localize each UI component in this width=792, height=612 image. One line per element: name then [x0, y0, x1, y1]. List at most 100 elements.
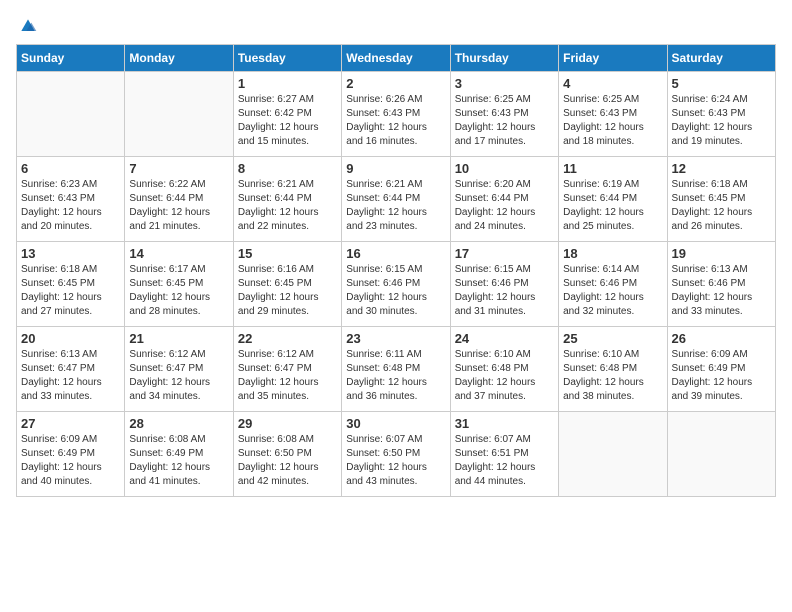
day-info: Sunrise: 6:21 AMSunset: 6:44 PMDaylight:…: [346, 178, 445, 234]
weekday-header-row: SundayMondayTuesdayWednesdayThursdayFrid…: [17, 45, 776, 72]
day-number: 21: [129, 331, 228, 346]
day-number: 11: [563, 161, 662, 176]
day-number: 24: [455, 331, 554, 346]
calendar-day-cell: 19 Sunrise: 6:13 AMSunset: 6:46 PMDayligh…: [667, 242, 775, 327]
day-info: Sunrise: 6:25 AMSunset: 6:43 PMDaylight:…: [563, 93, 662, 149]
weekday-header-cell: Wednesday: [342, 45, 450, 72]
day-number: 19: [672, 246, 771, 261]
day-info: Sunrise: 6:23 AMSunset: 6:43 PMDaylight:…: [21, 178, 120, 234]
day-info: Sunrise: 6:07 AMSunset: 6:51 PMDaylight:…: [455, 433, 554, 489]
logo-icon: [18, 16, 38, 36]
calendar-day-cell: [667, 412, 775, 497]
calendar-week-row: 1 Sunrise: 6:27 AMSunset: 6:42 PMDaylight…: [17, 72, 776, 157]
calendar-week-row: 13Sunrise: 6:18 AMSunset: 6:45 PMDayligh…: [17, 242, 776, 327]
calendar-day-cell: 14 Sunrise: 6:17 AMSunset: 6:45 PMDayligh…: [125, 242, 233, 327]
calendar-day-cell: 4 Sunrise: 6:25 AMSunset: 6:43 PMDaylight…: [559, 72, 667, 157]
calendar-day-cell: 6 Sunrise: 6:23 AMSunset: 6:43 PMDaylight…: [17, 157, 125, 242]
day-number: 27: [21, 416, 120, 431]
day-number: 23: [346, 331, 445, 346]
day-info: Sunrise: 6:22 AMSunset: 6:44 PMDaylight:…: [129, 178, 228, 234]
day-info: Sunrise: 6:20 AMSunset: 6:44 PMDaylight:…: [455, 178, 554, 234]
day-number: 17: [455, 246, 554, 261]
calendar-week-row: 27 Sunrise: 6:09 AMSunset: 6:49 PMDayligh…: [17, 412, 776, 497]
day-number: 31: [455, 416, 554, 431]
day-number: 28: [129, 416, 228, 431]
day-number: 7: [129, 161, 228, 176]
day-number: 8: [238, 161, 337, 176]
calendar-table: SundayMondayTuesdayWednesdayThursdayFrid…: [16, 44, 776, 497]
day-info: Sunrise: 6:09 AMSunset: 6:49 PMDaylight:…: [21, 433, 120, 489]
day-number: 3: [455, 76, 554, 91]
calendar-day-cell: 30 Sunrise: 6:07 AMSunset: 6:50 PMDayligh…: [342, 412, 450, 497]
day-number: 4: [563, 76, 662, 91]
day-info: Sunrise: 6:17 AMSunset: 6:45 PMDaylight:…: [129, 263, 228, 319]
day-number: 9: [346, 161, 445, 176]
calendar-day-cell: 17Sunrise: 6:15 AMSunset: 6:46 PMDayligh…: [450, 242, 558, 327]
day-info: Sunrise: 6:25 AMSunset: 6:43 PMDaylight:…: [455, 93, 554, 149]
day-info: Sunrise: 6:19 AMSunset: 6:44 PMDaylight:…: [563, 178, 662, 234]
calendar-day-cell: 16 Sunrise: 6:15 AMSunset: 6:46 PMDayligh…: [342, 242, 450, 327]
day-number: 18: [563, 246, 662, 261]
calendar-week-row: 6 Sunrise: 6:23 AMSunset: 6:43 PMDaylight…: [17, 157, 776, 242]
calendar-day-cell: 31 Sunrise: 6:07 AMSunset: 6:51 PMDayligh…: [450, 412, 558, 497]
calendar-day-cell: 22Sunrise: 6:12 AMSunset: 6:47 PMDayligh…: [233, 327, 341, 412]
calendar-day-cell: 27 Sunrise: 6:09 AMSunset: 6:49 PMDayligh…: [17, 412, 125, 497]
day-info: Sunrise: 6:11 AMSunset: 6:48 PMDaylight:…: [346, 348, 445, 404]
calendar-day-cell: 15 Sunrise: 6:16 AMSunset: 6:45 PMDayligh…: [233, 242, 341, 327]
calendar-day-cell: 18 Sunrise: 6:14 AMSunset: 6:46 PMDayligh…: [559, 242, 667, 327]
weekday-header-cell: Monday: [125, 45, 233, 72]
day-info: Sunrise: 6:13 AMSunset: 6:46 PMDaylight:…: [672, 263, 771, 319]
weekday-header-cell: Sunday: [17, 45, 125, 72]
calendar-body: 1 Sunrise: 6:27 AMSunset: 6:42 PMDaylight…: [17, 72, 776, 497]
page-header: [16, 16, 776, 36]
day-info: Sunrise: 6:12 AMSunset: 6:47 PMDaylight:…: [129, 348, 228, 404]
day-number: 1: [238, 76, 337, 91]
day-info: Sunrise: 6:24 AMSunset: 6:43 PMDaylight:…: [672, 93, 771, 149]
day-info: Sunrise: 6:27 AMSunset: 6:42 PMDaylight:…: [238, 93, 337, 149]
calendar-day-cell: 8 Sunrise: 6:21 AMSunset: 6:44 PMDaylight…: [233, 157, 341, 242]
calendar-day-cell: 2Sunrise: 6:26 AMSunset: 6:43 PMDaylight…: [342, 72, 450, 157]
calendar-day-cell: 9 Sunrise: 6:21 AMSunset: 6:44 PMDaylight…: [342, 157, 450, 242]
day-info: Sunrise: 6:10 AMSunset: 6:48 PMDaylight:…: [563, 348, 662, 404]
day-info: Sunrise: 6:12 AMSunset: 6:47 PMDaylight:…: [238, 348, 337, 404]
weekday-header-cell: Tuesday: [233, 45, 341, 72]
weekday-header-cell: Saturday: [667, 45, 775, 72]
day-info: Sunrise: 6:09 AMSunset: 6:49 PMDaylight:…: [672, 348, 771, 404]
day-info: Sunrise: 6:10 AMSunset: 6:48 PMDaylight:…: [455, 348, 554, 404]
day-info: Sunrise: 6:13 AMSunset: 6:47 PMDaylight:…: [21, 348, 120, 404]
calendar-week-row: 20 Sunrise: 6:13 AMSunset: 6:47 PMDayligh…: [17, 327, 776, 412]
calendar-day-cell: [559, 412, 667, 497]
day-number: 5: [672, 76, 771, 91]
day-number: 13: [21, 246, 120, 261]
day-number: 10: [455, 161, 554, 176]
calendar-day-cell: 29 Sunrise: 6:08 AMSunset: 6:50 PMDayligh…: [233, 412, 341, 497]
calendar-day-cell: 23 Sunrise: 6:11 AMSunset: 6:48 PMDayligh…: [342, 327, 450, 412]
day-info: Sunrise: 6:15 AMSunset: 6:46 PMDaylight:…: [346, 263, 445, 319]
weekday-header-cell: Friday: [559, 45, 667, 72]
day-number: 14: [129, 246, 228, 261]
calendar-day-cell: 20 Sunrise: 6:13 AMSunset: 6:47 PMDayligh…: [17, 327, 125, 412]
calendar-day-cell: 10 Sunrise: 6:20 AMSunset: 6:44 PMDayligh…: [450, 157, 558, 242]
calendar-day-cell: 26 Sunrise: 6:09 AMSunset: 6:49 PMDayligh…: [667, 327, 775, 412]
calendar-day-cell: [125, 72, 233, 157]
calendar-day-cell: 21 Sunrise: 6:12 AMSunset: 6:47 PMDayligh…: [125, 327, 233, 412]
day-info: Sunrise: 6:21 AMSunset: 6:44 PMDaylight:…: [238, 178, 337, 234]
day-number: 16: [346, 246, 445, 261]
calendar-day-cell: 28Sunrise: 6:08 AMSunset: 6:49 PMDayligh…: [125, 412, 233, 497]
calendar-day-cell: 24 Sunrise: 6:10 AMSunset: 6:48 PMDayligh…: [450, 327, 558, 412]
day-info: Sunrise: 6:26 AMSunset: 6:43 PMDaylight:…: [346, 93, 445, 149]
day-number: 20: [21, 331, 120, 346]
day-number: 6: [21, 161, 120, 176]
calendar-day-cell: [17, 72, 125, 157]
day-number: 26: [672, 331, 771, 346]
calendar-day-cell: 1 Sunrise: 6:27 AMSunset: 6:42 PMDaylight…: [233, 72, 341, 157]
day-number: 29: [238, 416, 337, 431]
day-info: Sunrise: 6:08 AMSunset: 6:50 PMDaylight:…: [238, 433, 337, 489]
day-info: Sunrise: 6:16 AMSunset: 6:45 PMDaylight:…: [238, 263, 337, 319]
day-info: Sunrise: 6:14 AMSunset: 6:46 PMDaylight:…: [563, 263, 662, 319]
day-info: Sunrise: 6:18 AMSunset: 6:45 PMDaylight:…: [672, 178, 771, 234]
calendar-day-cell: 7 Sunrise: 6:22 AMSunset: 6:44 PMDaylight…: [125, 157, 233, 242]
day-number: 15: [238, 246, 337, 261]
day-info: Sunrise: 6:07 AMSunset: 6:50 PMDaylight:…: [346, 433, 445, 489]
day-number: 30: [346, 416, 445, 431]
